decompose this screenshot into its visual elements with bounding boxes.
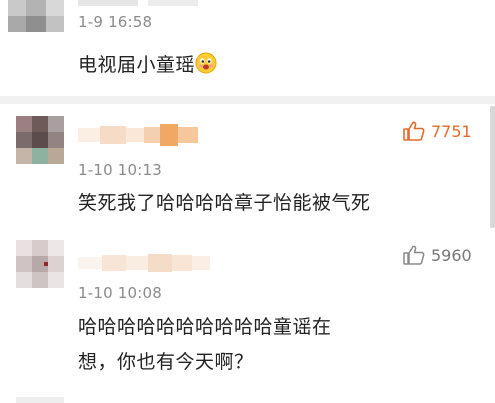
drooling-face-emoji	[195, 51, 217, 85]
section-divider	[0, 96, 495, 104]
comment-text: 电视届小童瑶	[78, 48, 217, 85]
username[interactable]	[78, 252, 210, 274]
scrollbar[interactable]	[490, 106, 495, 228]
thumbs-up-icon	[403, 121, 425, 141]
comment-text-line-2: 想，你也有今天啊？	[78, 351, 254, 373]
like-button[interactable]: 7751	[403, 121, 472, 141]
username[interactable]	[78, 124, 208, 146]
comment-timestamp: 1-9 16:58	[78, 13, 153, 31]
thumbs-up-icon	[403, 245, 425, 265]
like-button[interactable]: 5960	[403, 245, 472, 265]
avatar[interactable]	[16, 240, 64, 288]
username[interactable]	[78, 0, 248, 6]
like-count: 7751	[431, 121, 472, 141]
comment-text-line-1: 哈哈哈哈哈哈哈哈哈哈童谣在	[78, 316, 332, 338]
comment-list: 1-9 16:58 电视届小童瑶 7751 1-10 10:13 笑死我了哈哈哈…	[0, 0, 495, 403]
avatar[interactable]	[8, 0, 64, 32]
comment-timestamp: 1-10 10:08	[78, 284, 163, 302]
avatar[interactable]	[16, 116, 64, 164]
avatar[interactable]	[16, 397, 64, 403]
comment-text: 笑死我了哈哈哈哈章子怡能被气死	[78, 192, 371, 214]
like-count: 5960	[431, 245, 472, 265]
comment-timestamp: 1-10 10:13	[78, 161, 163, 179]
